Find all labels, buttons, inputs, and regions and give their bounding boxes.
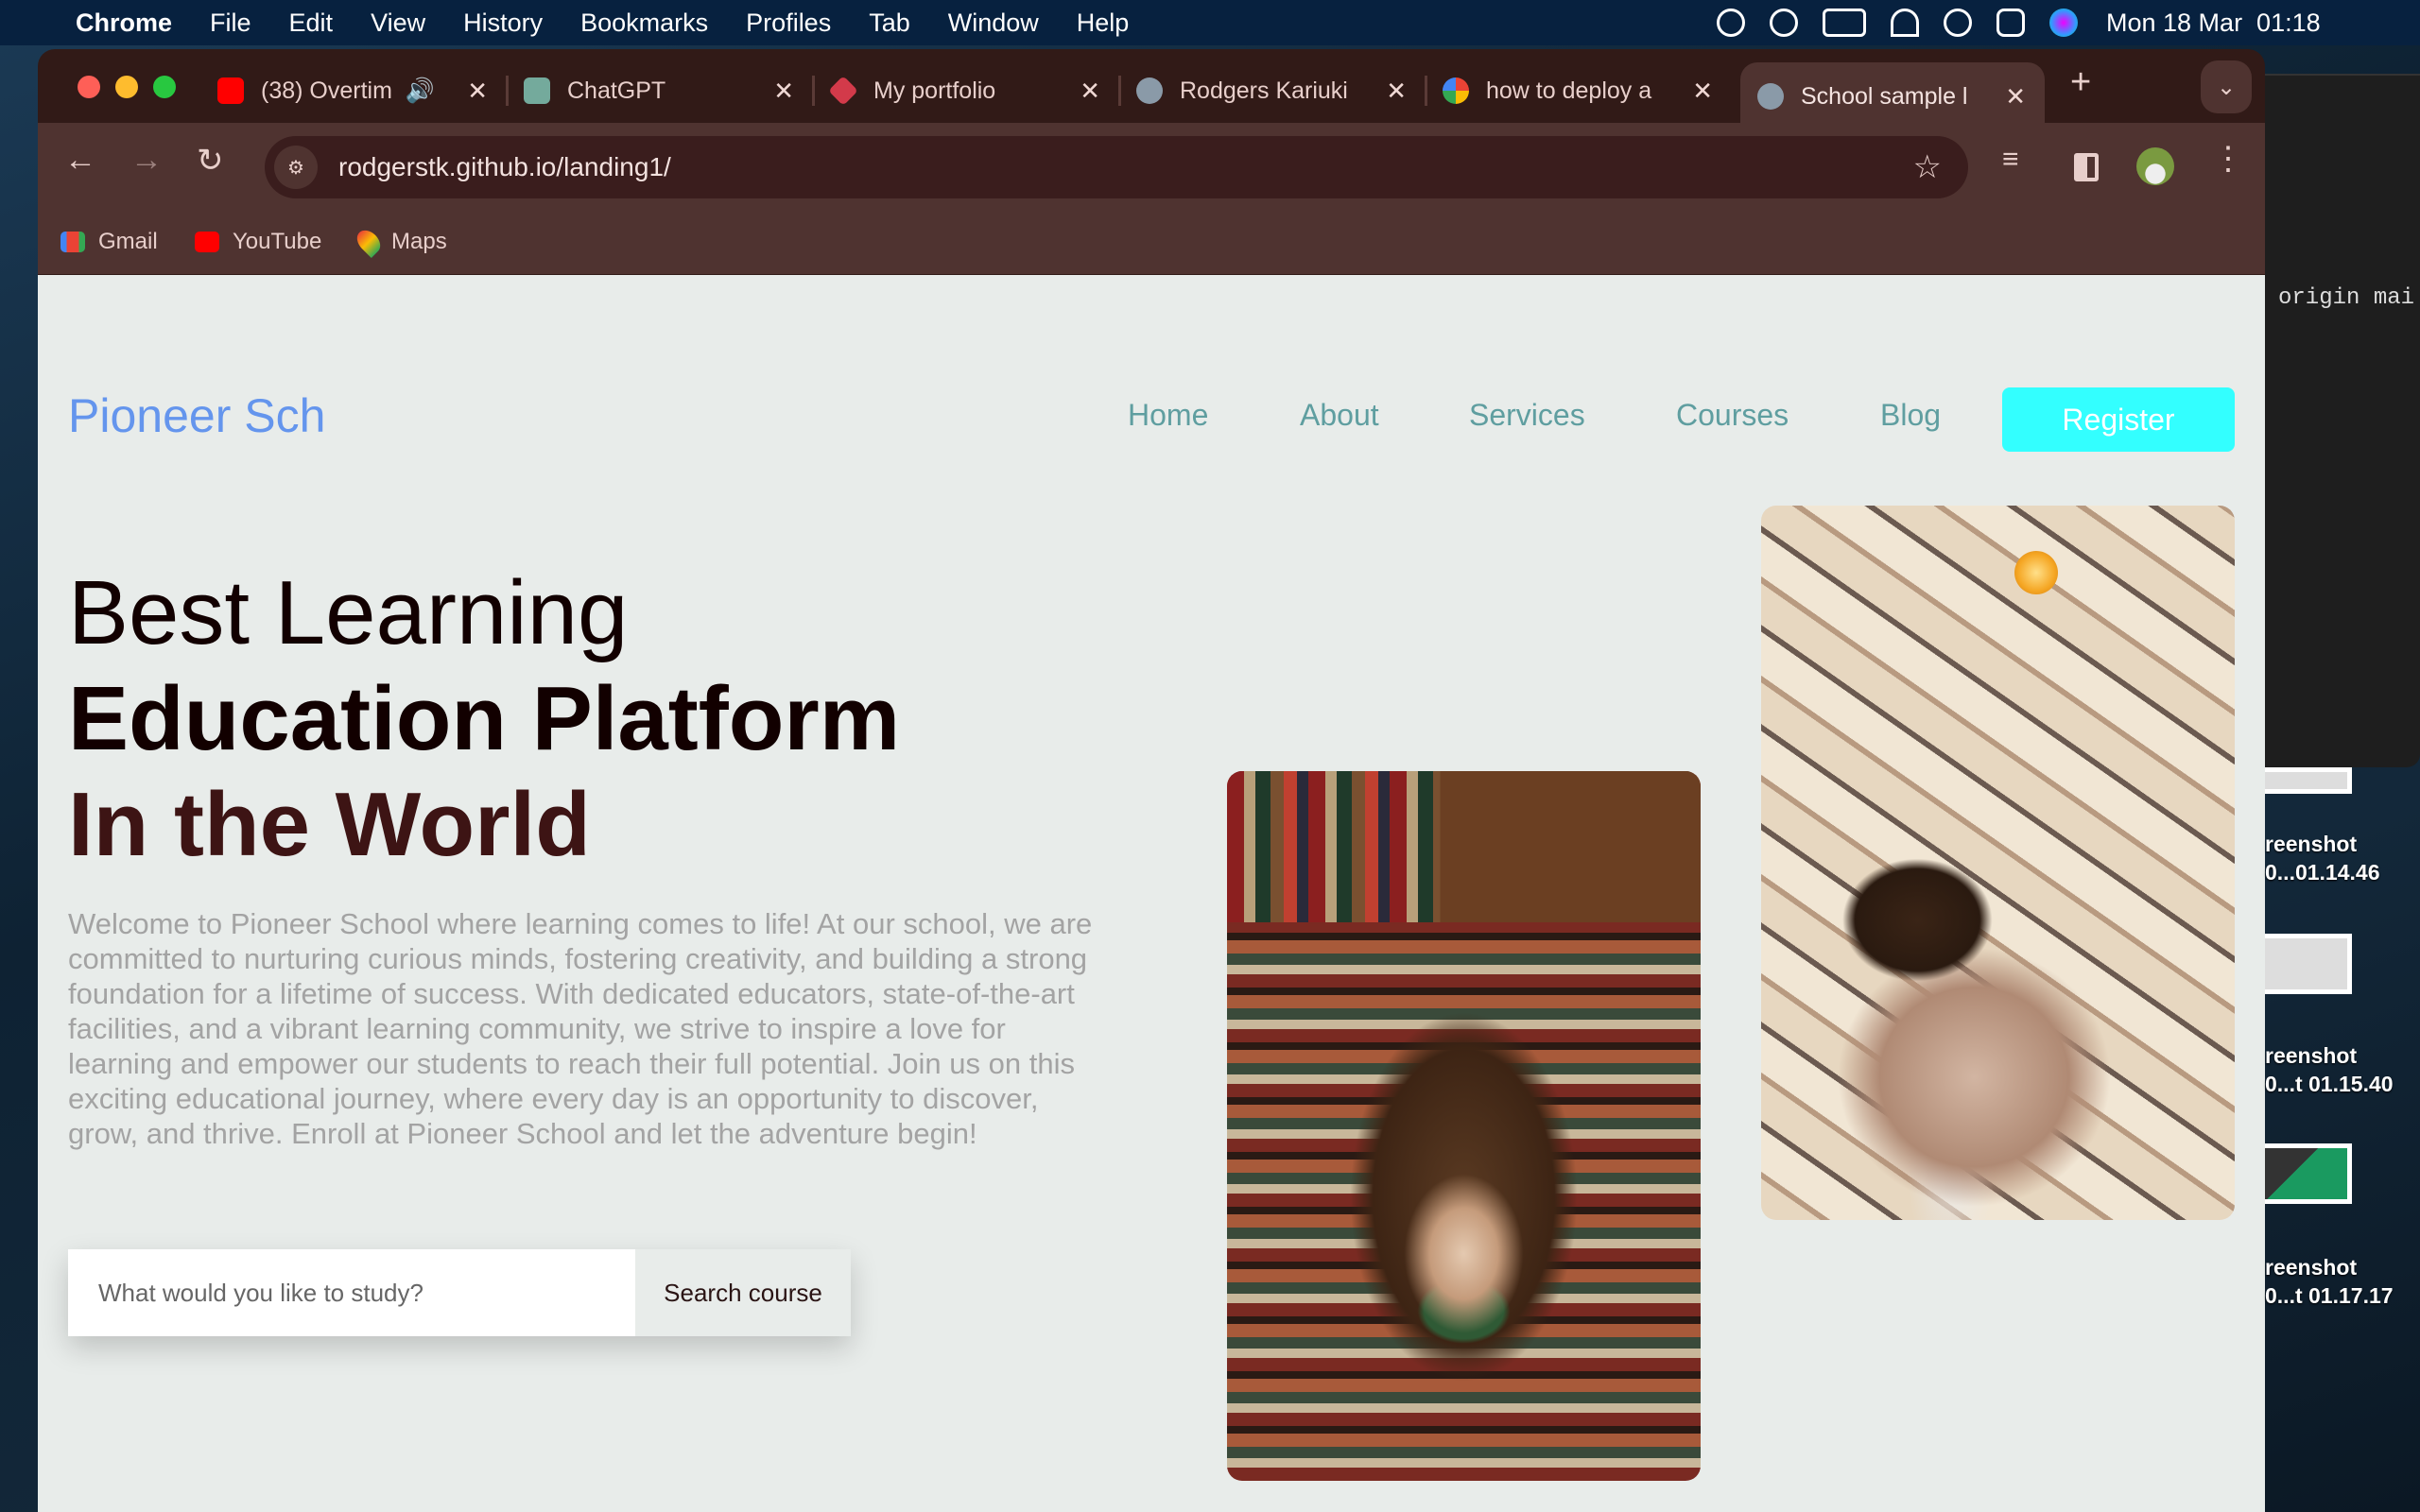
register-button[interactable]: Register [2002, 387, 2235, 452]
tab-my-portfolio[interactable]: My portfolio ✕ [813, 62, 1121, 119]
nav-home[interactable]: Home [1128, 398, 1208, 433]
youtube-icon [217, 77, 244, 104]
tab-school-sample[interactable]: School sample l ✕ [1740, 62, 2045, 130]
bookmark-label: Maps [391, 229, 447, 254]
search-icon[interactable] [1944, 9, 1972, 37]
screenshot-thumbnail[interactable] [2265, 934, 2352, 994]
macos-menubar: Chrome File Edit View History Bookmarks … [0, 0, 2420, 45]
terminal-text: origin mai [2278, 285, 2415, 311]
bookmark-gmail[interactable]: Gmail [60, 229, 158, 255]
close-tab-icon[interactable]: ✕ [1080, 77, 1100, 106]
chrome-window: (38) Overtim 🔊 ✕ ChatGPT ✕ My portfolio … [38, 49, 2265, 1512]
hero-heading-line3: In the World [68, 774, 591, 875]
close-tab-icon[interactable]: ✕ [467, 77, 488, 106]
screenshot-label[interactable]: reenshot 0...t 01.17.17 [2265, 1253, 2394, 1310]
dice-icon [828, 76, 858, 106]
hero-description: Welcome to Pioneer School where learning… [68, 907, 1093, 1150]
zoom-window-button[interactable] [153, 76, 176, 98]
menu-tab[interactable]: Tab [869, 9, 910, 38]
close-tab-icon[interactable]: ✕ [1692, 77, 1713, 106]
battery-icon[interactable] [1823, 9, 1866, 37]
address-bar[interactable]: ⚙ rodgerstk.github.io/landing1/ ☆ [265, 136, 1968, 198]
screenshot-label[interactable]: reenshot 0...01.14.46 [2265, 830, 2380, 886]
globe-icon [1757, 83, 1784, 110]
tab-google-search[interactable]: how to deploy a ✕ [1426, 62, 1732, 119]
clock[interactable]: Mon 18 Mar 01:18 [2106, 9, 2321, 38]
close-tab-icon[interactable]: ✕ [2005, 82, 2026, 112]
library-reading-photo [1227, 771, 1701, 1481]
books-spread-photo [1761, 506, 2235, 1220]
tab-title: (38) Overtim [261, 77, 392, 104]
gmail-icon [60, 232, 85, 252]
new-tab-button[interactable]: + [2070, 62, 2091, 103]
bookmark-maps[interactable]: Maps [353, 226, 447, 258]
close-tab-icon[interactable]: ✕ [773, 77, 794, 106]
nav-courses[interactable]: Courses [1676, 398, 1789, 433]
tab-rodgers-kariuki[interactable]: Rodgers Kariuki ✕ [1119, 62, 1427, 119]
menu-help[interactable]: Help [1077, 9, 1130, 38]
tab-search-button[interactable]: ⌄ [2201, 60, 2252, 113]
reload-icon[interactable]: ↻ [197, 142, 224, 180]
maps-icon [353, 226, 385, 258]
google-icon [1443, 77, 1469, 104]
webpage: Pioneer Sch Home About Services Courses … [38, 275, 2265, 1512]
site-settings-icon[interactable]: ⚙ [274, 146, 318, 189]
tab-title: Rodgers Kariuki [1180, 77, 1348, 104]
minimize-window-button[interactable] [115, 76, 138, 98]
course-search: Search course [68, 1249, 851, 1336]
play-icon[interactable] [1770, 9, 1798, 37]
youtube-icon [195, 232, 219, 252]
chatgpt-icon [524, 77, 550, 104]
close-tab-icon[interactable]: ✕ [1386, 77, 1407, 106]
back-icon[interactable]: ← [64, 142, 96, 179]
tab-chatgpt[interactable]: ChatGPT ✕ [507, 62, 815, 119]
hero-heading-line1: Best Learning [68, 562, 629, 663]
bookmark-label: Gmail [98, 229, 158, 254]
bookmark-youtube[interactable]: YouTube [195, 229, 321, 255]
menu-app-name[interactable]: Chrome [76, 9, 172, 38]
menu-bookmarks[interactable]: Bookmarks [580, 9, 708, 38]
forward-icon[interactable]: → [130, 142, 163, 179]
site-logo[interactable]: Pioneer Sch [68, 388, 325, 443]
more-menu-icon[interactable]: ⋮ [2212, 140, 2244, 178]
wifi-icon[interactable] [1891, 9, 1919, 37]
course-search-input[interactable] [68, 1249, 635, 1336]
hero-heading-line2: Education Platform [68, 668, 901, 769]
tab-title: ChatGPT [567, 77, 666, 104]
browser-toolbar: ← → ↻ ⚙ rodgerstk.github.io/landing1/ ☆ … [38, 123, 2265, 274]
menu-window[interactable]: Window [948, 9, 1039, 38]
menu-profiles[interactable]: Profiles [746, 9, 831, 38]
menu-view[interactable]: View [371, 9, 425, 38]
close-window-button[interactable] [78, 76, 100, 98]
globe-icon [1136, 77, 1163, 104]
screenshot-thumbnail[interactable] [2265, 1143, 2352, 1204]
nav-blog[interactable]: Blog [1880, 398, 1941, 433]
menu-file[interactable]: File [210, 9, 251, 38]
utorrent-icon[interactable] [1717, 9, 1745, 37]
screenshot-thumbnail[interactable] [2265, 767, 2352, 794]
screenshot-label[interactable]: reenshot 0...t 01.15.40 [2265, 1041, 2394, 1098]
media-control-icon[interactable]: ≡ [2002, 144, 2019, 176]
nav-services[interactable]: Services [1469, 398, 1585, 433]
bookmark-star-icon[interactable]: ☆ [1913, 148, 1942, 186]
menu-history[interactable]: History [463, 9, 543, 38]
tab-youtube[interactable]: (38) Overtim 🔊 ✕ [200, 62, 509, 119]
side-panel-icon[interactable] [2074, 153, 2099, 181]
search-course-button[interactable]: Search course [635, 1249, 851, 1336]
bookmark-label: YouTube [233, 229, 322, 254]
siri-icon[interactable] [2049, 9, 2078, 37]
tab-title: how to deploy a [1486, 77, 1652, 104]
nav-about[interactable]: About [1300, 398, 1379, 433]
tab-title: School sample l [1801, 82, 1968, 110]
tab-title: My portfolio [873, 77, 996, 104]
profile-avatar[interactable] [2136, 147, 2174, 185]
control-center-icon[interactable] [1996, 9, 2025, 37]
speaker-icon[interactable]: 🔊 [406, 77, 435, 105]
menu-edit[interactable]: Edit [289, 9, 334, 38]
url-text[interactable]: rodgerstk.github.io/landing1/ [338, 152, 671, 182]
terminal-window[interactable]: origin mai [2265, 74, 2420, 767]
